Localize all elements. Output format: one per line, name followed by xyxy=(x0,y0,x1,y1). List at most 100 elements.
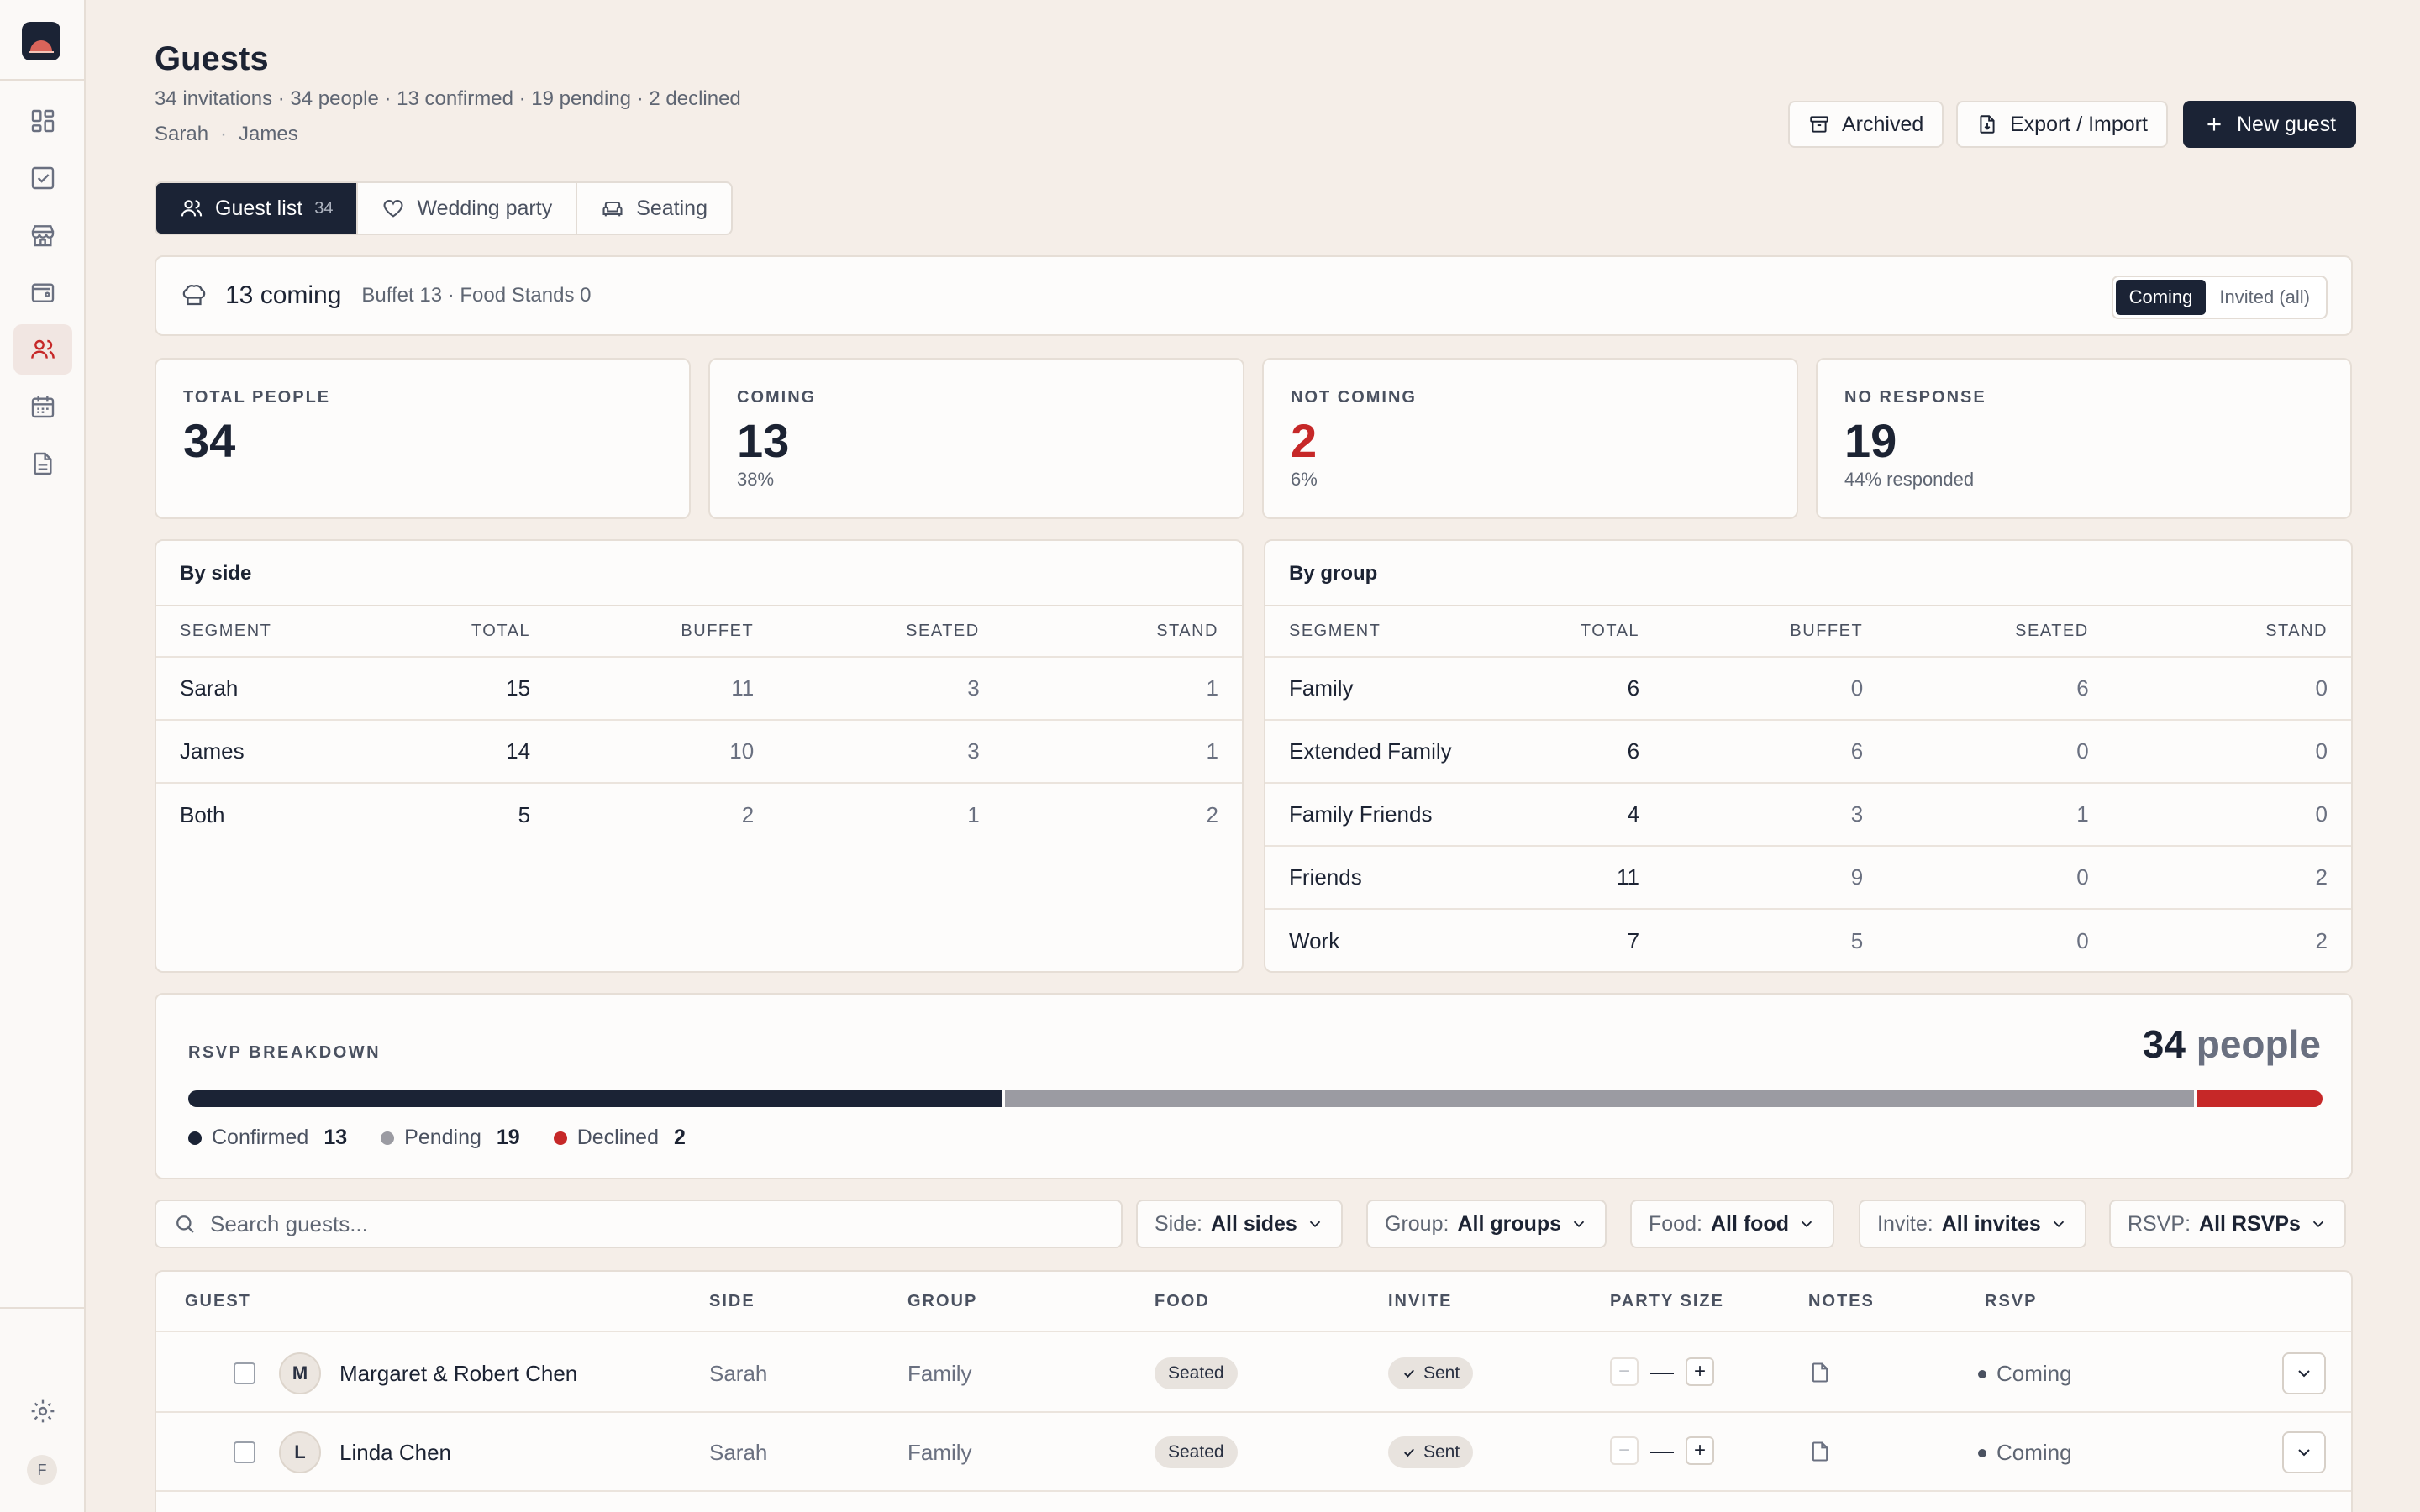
segment-value: 0 xyxy=(1863,720,2089,784)
nav-settings[interactable] xyxy=(13,1386,72,1436)
search-input[interactable] xyxy=(210,1210,1050,1237)
segment-value: 6 xyxy=(1459,720,1640,784)
nav-budget[interactable] xyxy=(13,267,72,318)
filter-food-dropdown[interactable]: Food: All food xyxy=(1630,1200,1834,1248)
table-row: Sarah 15 11 3 1 xyxy=(156,657,1242,721)
plus-icon xyxy=(2207,118,2221,131)
stat-sub: 44% responded xyxy=(1844,469,1975,490)
stat-value: 34 xyxy=(183,414,236,467)
rsvp-bar-segment-declined xyxy=(2197,1090,2323,1107)
tab-seating[interactable]: Seating xyxy=(577,183,731,234)
guest-side: Sarah xyxy=(709,1440,768,1465)
user-avatar[interactable]: F xyxy=(27,1455,57,1485)
new-guest-button[interactable]: New guest xyxy=(2183,101,2357,148)
segment-value: 3 xyxy=(754,657,980,721)
increment-button[interactable]: + xyxy=(1686,1436,1714,1465)
nav-dashboard[interactable] xyxy=(13,96,72,146)
note-icon xyxy=(1812,1441,1828,1462)
partner-separator: · xyxy=(220,123,228,145)
legend-label: Confirmed xyxy=(212,1126,309,1149)
party-size-stepper: − — + xyxy=(1610,1436,1714,1465)
segment-value: 2 xyxy=(2315,927,2328,953)
vendors-icon xyxy=(31,225,55,247)
segment-value: 10 xyxy=(530,720,755,784)
decrement-button[interactable]: − xyxy=(1610,1436,1639,1465)
chevron-down-icon xyxy=(2298,1449,2310,1457)
party-size-stepper: − — + xyxy=(1610,1357,1714,1386)
column-header: STAND xyxy=(979,606,1242,658)
toggle-invited-all[interactable]: Invited (all) xyxy=(2206,280,2323,315)
notes-button[interactable] xyxy=(1808,1440,1832,1467)
segment-value: 14 xyxy=(350,720,531,784)
table-row[interactable]: L Linda Chen Sarah Family Seated Sent − — + Comin… xyxy=(156,1413,2351,1492)
nav-documents[interactable] xyxy=(13,438,72,489)
chevron-down-icon xyxy=(1573,1221,1585,1228)
segment-name: James xyxy=(156,720,350,784)
column-header: FOOD xyxy=(1155,1292,1210,1310)
guest-name[interactable]: Linda Chen xyxy=(339,1440,451,1466)
table-row: Friends 11 9 0 2 xyxy=(1265,846,2351,910)
notes-button[interactable] xyxy=(1808,1361,1832,1389)
segment-value: 0 xyxy=(2088,720,2351,784)
table-row: James 14 10 3 1 xyxy=(156,720,1242,784)
row-checkbox[interactable] xyxy=(234,1362,255,1384)
chef-hat-icon xyxy=(182,285,206,306)
filter-rsvp-dropdown[interactable]: RSVP: All RSVPs xyxy=(2109,1200,2346,1248)
table-row: Both 5 2 1 2 xyxy=(156,783,1242,846)
column-header: PARTY SIZE xyxy=(1610,1292,1724,1310)
filter-key: RSVP: xyxy=(2128,1211,2191,1236)
sidebar: F xyxy=(0,0,86,1512)
segment-name: Family xyxy=(1265,657,1459,721)
table-row[interactable]: M Margaret & Robert Chen Sarah Family Seated… xyxy=(156,1334,2351,1413)
stat-sub: 38% xyxy=(737,469,775,490)
column-header: NOTES xyxy=(1808,1292,1875,1310)
app-logo[interactable] xyxy=(22,22,60,60)
page-subtitle: 34 invitations · 34 people · 13 confirme… xyxy=(155,87,741,110)
legend-label: Declined xyxy=(576,1126,659,1149)
increment-button[interactable]: + xyxy=(1686,1357,1714,1386)
nav-checklist[interactable] xyxy=(13,153,72,203)
nav-vendors[interactable] xyxy=(13,210,72,260)
tab-wedding-party[interactable]: Wedding party xyxy=(358,183,578,234)
rsvp-breakdown: RSVP BREAKDOWN 34 people Confirmed 13 Pend… xyxy=(155,993,2353,1179)
check-icon xyxy=(1404,1448,1414,1457)
segment-name: Work xyxy=(1289,927,1340,953)
table-row[interactable] xyxy=(156,1492,2351,1512)
segment-value: 4 xyxy=(1459,783,1640,847)
guest-table-header: GUEST SIDE GROUP FOOD INVITE PARTY SIZE NOTES R… xyxy=(156,1272,2351,1332)
guest-side: Sarah xyxy=(709,1361,768,1386)
invite-badge: Sent xyxy=(1388,1436,1474,1468)
table-row: Family 6 0 6 0 xyxy=(1265,657,2351,721)
guest-name[interactable]: Margaret & Robert Chen xyxy=(339,1361,577,1387)
row-checkbox[interactable] xyxy=(234,1441,255,1463)
archived-button[interactable]: Archived xyxy=(1788,101,1944,148)
legend-item-confirmed: Confirmed 13 xyxy=(188,1126,347,1150)
filter-group-dropdown[interactable]: Group: All groups xyxy=(1366,1200,1607,1248)
dashboard-icon xyxy=(31,109,55,133)
segment-value: 0 xyxy=(2088,783,2351,847)
partner-a: Sarah xyxy=(155,123,209,145)
coming-summary-bar: 13 coming Buffet 13 · Food Stands 0 Comi… xyxy=(155,255,2353,336)
tab-guest-list[interactable]: Guest list 34 xyxy=(156,183,359,234)
nav-calendar[interactable] xyxy=(13,381,72,432)
segment-name: Extended Family xyxy=(1265,720,1459,784)
decrement-button[interactable]: − xyxy=(1610,1357,1639,1386)
segment-value: 15 xyxy=(350,657,531,721)
export-import-button[interactable]: Export / Import xyxy=(1956,101,2168,148)
toggle-coming[interactable]: Coming xyxy=(2115,280,2207,315)
food-badge: Seated xyxy=(1155,1436,1238,1468)
segment-name: Both xyxy=(180,801,225,827)
by-side-title: By side xyxy=(156,541,1242,606)
filter-side-dropdown[interactable]: Side: All sides xyxy=(1136,1200,1343,1248)
expand-row-button[interactable] xyxy=(2282,1352,2326,1394)
segment-value: 5 xyxy=(1850,927,1864,953)
stat-card-not-coming: NOT COMING 2 6% xyxy=(1262,358,1798,519)
stat-value: 2 xyxy=(1291,414,1318,467)
gear-icon xyxy=(31,1399,55,1423)
column-header: SEGMENT xyxy=(1265,606,1459,658)
expand-row-button[interactable] xyxy=(2282,1431,2326,1473)
nav-guests[interactable] xyxy=(13,324,72,375)
filter-invite-dropdown[interactable]: Invite: All invites xyxy=(1859,1200,2086,1248)
chevron-down-icon xyxy=(1801,1221,1812,1228)
legend-swatch xyxy=(553,1131,567,1145)
